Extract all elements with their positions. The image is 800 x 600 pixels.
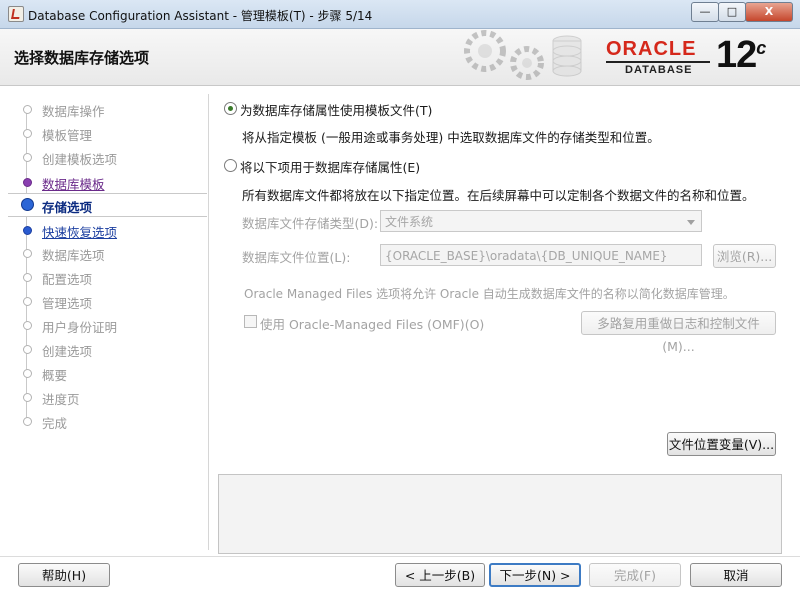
nav-step-label: 进度页 — [42, 392, 80, 407]
step-dot-icon — [23, 321, 32, 330]
template-storage-label[interactable]: 为数据库存储属性使用模板文件(T) — [240, 100, 432, 119]
app-icon — [8, 6, 24, 22]
file-location-variables-button[interactable]: 文件位置变量(V)... — [667, 432, 776, 456]
custom-storage-description: 所有数据库文件都将放在以下指定位置。在后续屏幕中可以定制各个数据文件的名称和位置… — [242, 188, 755, 203]
nav-step-database-template[interactable]: 数据库模板 — [8, 171, 208, 193]
step-dot-icon — [23, 273, 32, 282]
nav-step-config-options: 配置选项 — [8, 266, 208, 288]
step-dot-icon — [23, 393, 32, 402]
nav-step-label: 创建选项 — [42, 344, 93, 359]
finish-button[interactable]: 完成(F) — [589, 563, 681, 587]
back-button[interactable]: < 上一步(B) — [395, 563, 485, 587]
step-dot-icon — [23, 249, 32, 258]
oracle-logo: ORACLE — [606, 38, 697, 60]
step-dot-icon — [23, 153, 32, 162]
nav-step-label: 存储选项 — [42, 200, 93, 215]
nav-step-user-credentials: 用户身份证明 — [8, 314, 208, 336]
nav-step-fast-recovery-options[interactable]: 快速恢复选项 — [8, 219, 208, 241]
minimize-button[interactable]: — — [691, 2, 719, 22]
step-dot-icon — [23, 105, 32, 114]
nav-step-template-management: 模板管理 — [8, 122, 208, 144]
header-banner: 选择数据库存储选项 ORACLE DATABASE 12c — [0, 29, 800, 86]
window-title-bar[interactable]: Database Configuration Assistant - 管理模板(… — [0, 0, 800, 29]
nav-step-label: 概要 — [42, 368, 68, 383]
step-dot-icon — [23, 178, 32, 187]
nav-step-label: 管理选项 — [42, 296, 93, 311]
window-title: Database Configuration Assistant - 管理模板(… — [28, 9, 373, 23]
nav-step-label[interactable]: 数据库模板 — [42, 174, 105, 193]
nav-step-label[interactable]: 快速恢复选项 — [42, 222, 117, 241]
omf-note: Oracle Managed Files 选项将允许 Oracle 自动生成数据… — [244, 287, 735, 301]
nav-step-label: 数据库操作 — [42, 104, 105, 119]
nav-step-label: 配置选项 — [42, 272, 93, 287]
step-dot-icon — [23, 297, 32, 306]
custom-storage-radio[interactable] — [224, 159, 237, 172]
nav-step-creation-options: 创建选项 — [8, 338, 208, 360]
logo-rule — [606, 61, 710, 63]
main-panel: 为数据库存储属性使用模板文件(T) 将从指定模板 (一般用途或事务处理) 中选取… — [210, 86, 800, 556]
maximize-button[interactable]: □ — [718, 2, 746, 22]
step-dot-icon — [23, 417, 32, 426]
nav-step-progress: 进度页 — [8, 386, 208, 408]
nav-step-storage-options: 存储选项 — [8, 193, 207, 217]
file-location-label: 数据库文件位置(L): — [242, 250, 351, 265]
message-area — [218, 474, 782, 554]
storage-type-select[interactable]: 文件系统 — [380, 210, 702, 232]
step-dot-icon — [23, 345, 32, 354]
page-title: 选择数据库存储选项 — [14, 49, 150, 67]
template-storage-radio[interactable] — [224, 102, 237, 115]
omf-checkbox[interactable] — [244, 315, 257, 328]
multiplex-redo-control-button[interactable]: 多路复用重做日志和控制文件(M)... — [581, 311, 776, 354]
nav-step-management-options: 管理选项 — [8, 290, 208, 312]
nav-step-finish: 完成 — [8, 410, 208, 432]
nav-step-database-operation: 数据库操作 — [8, 98, 208, 120]
chevron-down-icon — [687, 220, 695, 225]
version-logo: 12c — [716, 34, 766, 77]
footer-separator — [0, 556, 800, 557]
nav-step-label: 数据库选项 — [42, 248, 105, 263]
custom-storage-label[interactable]: 将以下项用于数据库存储属性(E) — [240, 157, 420, 176]
omf-checkbox-label[interactable]: 使用 Oracle-Managed Files (OMF)(O) — [260, 314, 484, 333]
nav-step-label: 用户身份证明 — [42, 320, 118, 335]
next-button[interactable]: 下一步(N) > — [489, 563, 581, 587]
database-logo-text: DATABASE — [625, 64, 693, 76]
version-suffix: c — [756, 38, 766, 58]
gears-decoration-icon — [464, 30, 582, 80]
nav-step-database-options: 数据库选项 — [8, 242, 208, 264]
step-dot-icon — [23, 226, 32, 235]
nav-step-summary: 概要 — [8, 362, 208, 384]
help-button[interactable]: 帮助(H) — [18, 563, 110, 587]
file-location-input[interactable]: {ORACLE_BASE}\oradata\{DB_UNIQUE_NAME} — [380, 244, 702, 266]
current-step-dot-icon — [21, 198, 34, 211]
browse-button[interactable]: 浏览(R)... — [713, 244, 776, 268]
nav-step-label: 创建模板选项 — [42, 152, 118, 167]
nav-step-create-template-options: 创建模板选项 — [8, 146, 208, 168]
step-dot-icon — [23, 369, 32, 378]
cancel-button[interactable]: 取消 — [690, 563, 782, 587]
version-number: 12 — [716, 34, 757, 76]
nav-step-label: 模板管理 — [42, 128, 93, 143]
step-dot-icon — [23, 129, 32, 138]
storage-type-value: 文件系统 — [385, 215, 434, 229]
storage-type-label: 数据库文件存储类型(D): — [242, 216, 379, 231]
close-button[interactable]: X — [745, 2, 793, 22]
step-navigation: 数据库操作 模板管理 创建模板选项 数据库模板 存储选项 快速恢复选项 数据库选… — [8, 94, 209, 550]
nav-step-label: 完成 — [42, 416, 68, 431]
template-storage-description: 将从指定模板 (一般用途或事务处理) 中选取数据库文件的存储类型和位置。 — [242, 130, 660, 145]
